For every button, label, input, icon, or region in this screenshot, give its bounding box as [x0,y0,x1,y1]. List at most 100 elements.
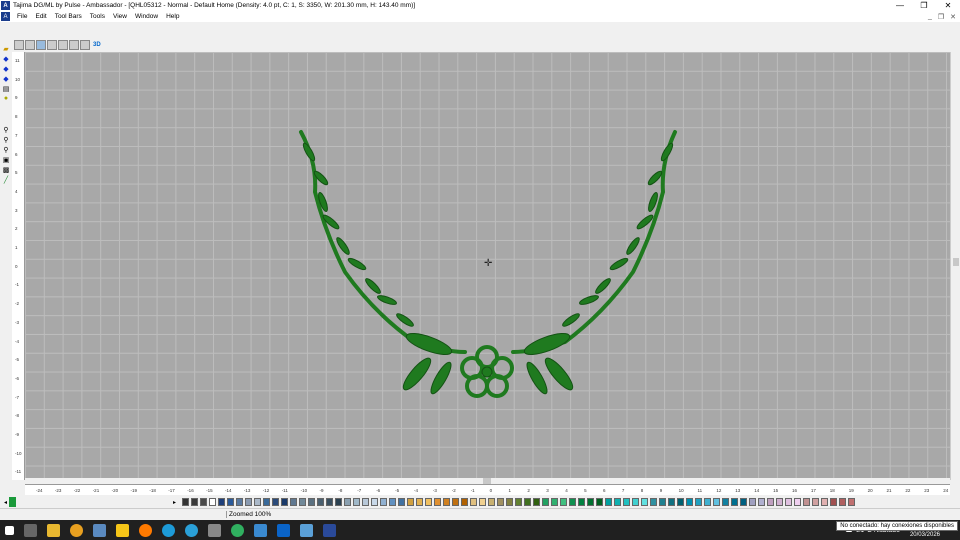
stitch-view-icon[interactable] [36,40,46,50]
grid-icon[interactable] [58,40,68,50]
color-swatch[interactable] [731,498,738,506]
color-swatch[interactable] [587,498,594,506]
color-swatch[interactable] [380,498,387,506]
open-folder-icon[interactable]: ▰ [1,44,11,53]
color-swatch[interactable] [794,498,801,506]
menu-window[interactable]: Window [131,13,162,20]
design-canvas[interactable]: ✛ [25,52,950,480]
color-swatch[interactable] [191,498,198,506]
color-swatch[interactable] [434,498,441,506]
color-swatch[interactable] [317,498,324,506]
display-icon[interactable] [25,40,35,50]
color-swatch[interactable] [218,498,225,506]
print-icon[interactable] [14,40,24,50]
color-swatch[interactable] [263,498,270,506]
color-swatch[interactable] [830,498,837,506]
restore-button[interactable]: ❐ [912,0,936,11]
color-swatch[interactable] [182,498,189,506]
view-3d-button[interactable]: 3D [93,42,101,48]
palette-scroll-button[interactable]: ▸ [171,497,178,507]
color-swatch[interactable] [659,498,666,506]
document-icon[interactable]: A [1,12,10,21]
printer-icon[interactable]: ▤ [1,84,11,93]
color-swatch[interactable] [560,498,567,506]
doc-minimize-button[interactable]: _ [928,13,932,20]
firefox-icon[interactable] [139,523,152,537]
color-swatch[interactable] [416,498,423,506]
color-swatch[interactable] [551,498,558,506]
windows-start-icon[interactable] [5,525,14,535]
color-swatch[interactable] [353,498,360,506]
vertical-scrollbar[interactable] [950,52,960,480]
color-swatch[interactable] [776,498,783,506]
close-button[interactable]: ✕ [936,0,960,11]
color-swatch[interactable] [515,498,522,506]
color-swatch[interactable] [668,498,675,506]
color-swatch[interactable] [839,498,846,506]
outlook-icon[interactable] [277,523,290,537]
color-swatch[interactable] [479,498,486,506]
zoom-in-icon[interactable]: ⚲ [1,135,11,144]
color-swatch[interactable] [272,498,279,506]
app-cloud-icon[interactable] [300,523,313,537]
zoom-out-icon[interactable]: ⚲ [1,145,11,154]
telegram-icon[interactable] [185,523,198,537]
whatsapp-icon[interactable] [231,523,244,537]
color-swatch[interactable] [335,498,342,506]
color-swatch[interactable] [542,498,549,506]
current-color-swatch[interactable] [9,497,16,507]
color-swatch[interactable] [767,498,774,506]
edge-icon[interactable] [162,523,175,537]
arrow-down-icon[interactable]: ◆ [1,64,11,73]
color-swatch[interactable] [524,498,531,506]
color-swatch[interactable] [695,498,702,506]
color-swatch[interactable] [227,498,234,506]
color-swatch[interactable] [749,498,756,506]
tajima-icon[interactable] [323,523,336,537]
color-swatch[interactable] [650,498,657,506]
arrow-left-icon[interactable]: ◆ [1,54,11,63]
color-swatch[interactable] [686,498,693,506]
measure-icon[interactable]: ╱ [1,175,11,184]
clock-date[interactable]: 20/03/2026 [910,532,940,538]
color-swatch[interactable] [506,498,513,506]
color-swatch[interactable] [803,498,810,506]
color-swatch[interactable] [488,498,495,506]
app-blue-icon[interactable] [254,523,267,537]
color-swatch[interactable] [785,498,792,506]
color-swatch[interactable] [389,498,396,506]
color-swatch[interactable] [722,498,729,506]
color-swatch[interactable] [569,498,576,506]
color-swatch[interactable] [848,498,855,506]
color-swatch[interactable] [290,498,297,506]
color-swatch[interactable] [443,498,450,506]
color-swatch[interactable] [704,498,711,506]
color-swatch[interactable] [209,498,216,506]
color-swatch[interactable] [326,498,333,506]
color-swatch[interactable] [200,498,207,506]
color-swatch[interactable] [740,498,747,506]
render-icon[interactable] [80,40,90,50]
menu-tools[interactable]: Tools [86,13,109,20]
color-swatch[interactable] [623,498,630,506]
doc-close-button[interactable]: ✕ [950,13,956,21]
color-swatch[interactable] [677,498,684,506]
cube-icon[interactable] [208,523,221,537]
color-swatch[interactable] [245,498,252,506]
color-swatch[interactable] [605,498,612,506]
menu-view[interactable]: View [109,13,131,20]
color-swatch[interactable] [533,498,540,506]
color-swatch[interactable] [470,498,477,506]
color-swatch[interactable] [641,498,648,506]
vertical-scroll-thumb[interactable] [953,258,959,266]
color-swatch[interactable] [452,498,459,506]
color-swatch[interactable] [425,498,432,506]
color-swatch[interactable] [461,498,468,506]
color-swatch[interactable] [812,498,819,506]
color-swatch[interactable] [344,498,351,506]
color-swatch[interactable] [362,498,369,506]
color-swatch[interactable] [308,498,315,506]
color-swatch[interactable] [281,498,288,506]
color-swatch[interactable] [632,498,639,506]
menu-edit[interactable]: Edit [31,13,50,20]
